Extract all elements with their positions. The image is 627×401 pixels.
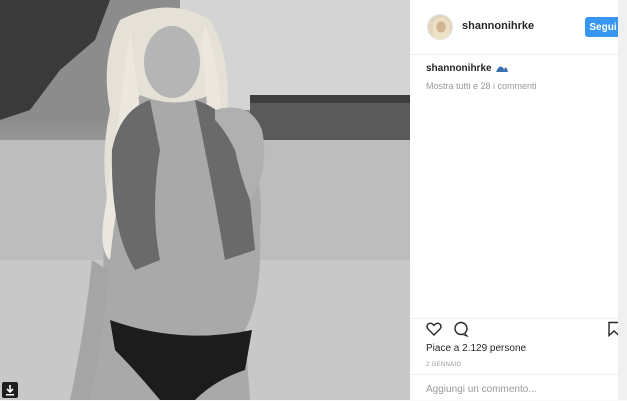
view-all-comments-link[interactable]: Mostra tutti e 28 i commenti: [426, 81, 537, 91]
wave-icon: [496, 66, 509, 73]
download-icon[interactable]: [2, 382, 18, 398]
post-header: shannonihrke Segui: [410, 0, 621, 55]
avatar[interactable]: [427, 14, 453, 40]
comment-icon[interactable]: [453, 321, 469, 337]
scrollbar[interactable]: [618, 0, 627, 400]
heart-icon[interactable]: [426, 321, 442, 337]
comment-input[interactable]: [426, 380, 606, 398]
avatar-image: [428, 15, 452, 39]
post-photo[interactable]: [0, 0, 410, 400]
action-bar: [410, 318, 620, 341]
caption-username[interactable]: shannonihrke: [426, 63, 492, 74]
post-modal: shannonihrke Segui shannonihrke Mostra t…: [0, 0, 621, 401]
follow-button[interactable]: Segui: [585, 17, 621, 37]
photo-illustration: [0, 0, 410, 400]
post-date: 2 GENNAIO: [426, 362, 462, 368]
post-sidebar: shannonihrke Segui shannonihrke Mostra t…: [410, 0, 621, 401]
username-link[interactable]: shannonihrke: [462, 20, 534, 32]
comment-form: [410, 374, 618, 401]
likes-count[interactable]: Piace a 2.129 persone: [426, 343, 526, 354]
caption: shannonihrke: [426, 63, 509, 74]
